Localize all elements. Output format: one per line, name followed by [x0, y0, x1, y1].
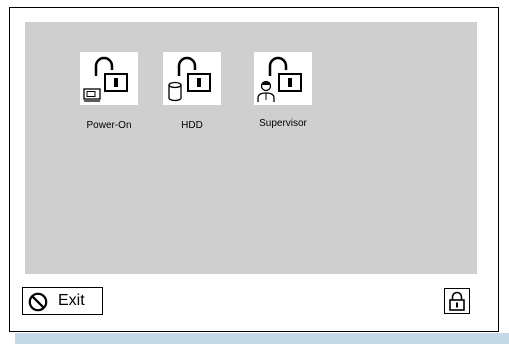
supervisor-password-label: Supervisor — [259, 118, 307, 129]
exit-label: Exit — [58, 292, 85, 309]
bottom-strip — [15, 333, 509, 344]
hdd-password-icon — [163, 52, 221, 105]
hdd-password-label: HDD — [181, 120, 203, 131]
lock-button[interactable] — [444, 288, 470, 314]
exit-button[interactable]: Exit — [22, 287, 103, 315]
supervisor-password-icon — [254, 52, 312, 105]
no-entry-icon — [28, 292, 48, 312]
supervisor-password-item[interactable]: Supervisor — [238, 52, 328, 134]
power-on-password-label: Power-On — [86, 120, 132, 131]
padlock-icon — [449, 291, 465, 311]
hdd-password-item[interactable]: HDD — [147, 52, 237, 134]
power-on-password-item[interactable]: Power-On — [64, 52, 154, 134]
power-on-password-icon — [80, 52, 138, 105]
